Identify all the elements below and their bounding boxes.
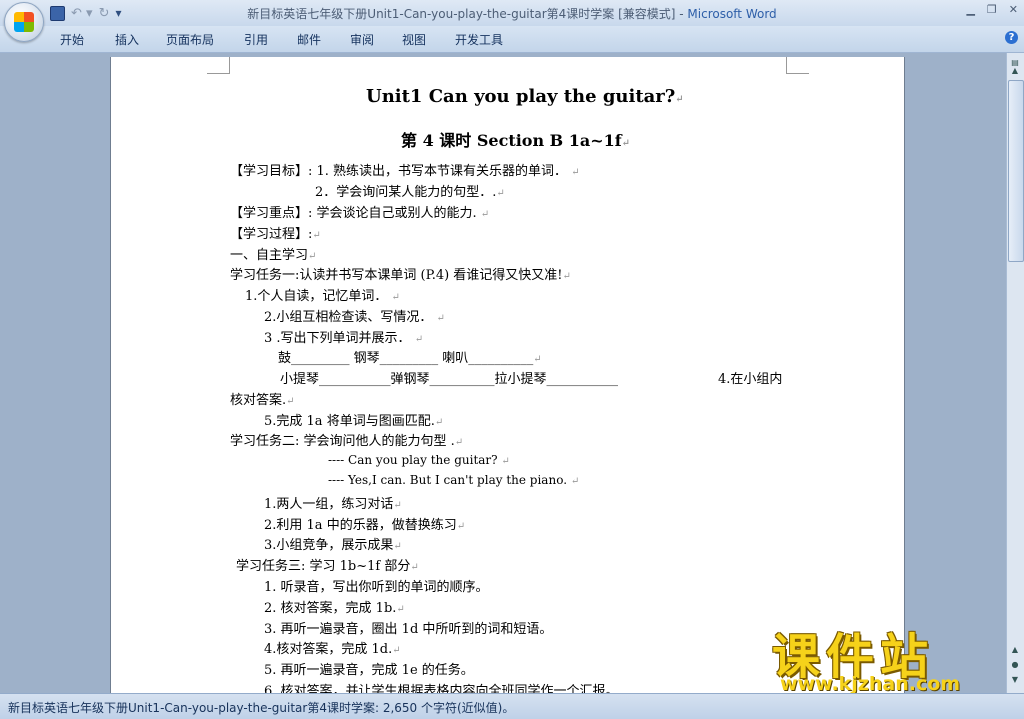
doc-line: ---- Yes,I can. But I can't play the pia… xyxy=(328,473,580,487)
tab-review[interactable]: 审阅 xyxy=(350,31,374,48)
watermark-logo: 课件站 www.kjzhan.com xyxy=(772,617,1004,695)
doc-line: 2.小组互相检查读、写情况． ↵ xyxy=(264,310,445,325)
doc-line: 1. 听录音，写出你听到的单词的顺序。 xyxy=(264,580,489,595)
browse-object-icon[interactable]: ● xyxy=(1008,660,1022,672)
doc-line: 3.小组竞争，展示成果↵ xyxy=(264,538,402,553)
doc-line: 4.在小组内 xyxy=(718,372,783,387)
doc-line: ---- Can you play the guitar? ↵ xyxy=(328,453,510,467)
doc-line: 2．学会询问某人能力的句型．.↵ xyxy=(315,185,505,200)
tab-view[interactable]: 视图 xyxy=(402,31,426,48)
office-button[interactable] xyxy=(4,2,44,42)
margin-corner-mark xyxy=(207,57,230,74)
document-heading: Unit1 Can you play the guitar?↵ xyxy=(366,86,684,107)
ribbon-tabs: 开始 插入 页面布局 引用 邮件 审阅 视图 开发工具 xyxy=(0,26,1024,53)
doc-line: 1.个人自读，记忆单词． ↵ xyxy=(245,289,400,304)
document-page[interactable]: Unit1 Can you play the guitar?↵ 第 4 课时 S… xyxy=(110,57,905,693)
doc-line: 学习任务三: 学习 1b~1f 部分↵ xyxy=(236,559,419,574)
tab-insert[interactable]: 插入 xyxy=(115,31,139,48)
doc-line: 2. 核对答案，完成 1b.↵ xyxy=(264,601,405,616)
help-icon[interactable]: ? xyxy=(1005,31,1018,44)
doc-line: 鼓_________ 钢琴_________ 喇叭__________↵ xyxy=(278,351,542,366)
scroll-thumb[interactable] xyxy=(1008,80,1024,262)
doc-line: 小提琴___________弹钢琴__________拉小提琴_________… xyxy=(280,372,619,387)
doc-line: 核对答案.↵ xyxy=(230,393,295,408)
document-subheading: 第 4 课时 Section B 1a~1f↵ xyxy=(401,131,631,150)
margin-corner-mark xyxy=(786,57,809,74)
restore-button[interactable]: ❐ xyxy=(987,3,997,16)
tab-home[interactable]: 开始 xyxy=(60,31,84,48)
doc-line: 5. 再听一遍录音，完成 1e 的任务。 xyxy=(264,663,474,678)
prev-page-icon[interactable]: ▲ xyxy=(1008,645,1022,657)
doc-line: 【学习过程】:↵ xyxy=(230,227,321,242)
office-logo-icon xyxy=(14,12,34,32)
tab-developer[interactable]: 开发工具 xyxy=(455,31,503,48)
doc-line: 3. 再听一遍录音，圈出 1d 中所听到的词和短语。 xyxy=(264,622,553,637)
scroll-up-icon[interactable]: ▲ xyxy=(1008,66,1022,78)
title-bar: ↶ ▾ ↻ ▾ 新目标英语七年级下册Unit1-Can-you-play-the… xyxy=(0,0,1024,26)
doc-line: 2.利用 1a 中的乐器，做替换练习↵ xyxy=(264,518,466,533)
tab-page-layout[interactable]: 页面布局 xyxy=(166,31,214,48)
tab-references[interactable]: 引用 xyxy=(244,31,268,48)
doc-line: 【学习目标】: 1. 熟练读出，书写本节课有关乐器的单词． ↵ xyxy=(230,164,580,179)
minimize-button[interactable]: ▁ xyxy=(966,3,974,16)
doc-line: 3 .写出下列单词并展示． ↵ xyxy=(264,331,424,346)
tab-mailings[interactable]: 邮件 xyxy=(297,31,321,48)
doc-line: 一、自主学习↵ xyxy=(230,248,317,263)
status-bar: 新目标英语七年级下册Unit1-Can-you-play-the-guitar第… xyxy=(0,693,1024,719)
doc-line: 4.核对答案，完成 1d.↵ xyxy=(264,642,401,657)
next-page-icon[interactable]: ▼ xyxy=(1008,675,1022,687)
doc-line: 5.完成 1a 将单词与图画匹配.↵ xyxy=(264,414,444,429)
doc-line: 学习任务二: 学会询问他人的能力句型 .↵ xyxy=(230,434,464,449)
doc-line: 【学习重点】: 学会谈论自己或别人的能力. ↵ xyxy=(230,206,490,221)
window-title: 新目标英语七年级下册Unit1-Can-you-play-the-guitar第… xyxy=(247,7,777,21)
close-button[interactable]: ✕ xyxy=(1009,3,1018,16)
doc-line: 1.两人一组，练习对话↵ xyxy=(264,497,402,512)
status-text: 新目标英语七年级下册Unit1-Can-you-play-the-guitar第… xyxy=(8,701,515,715)
doc-line: 学习任务一:认读并书写本课单词 (P.4) 看谁记得又快又准!↵ xyxy=(230,268,571,283)
doc-line: 6. 核对答案，并让学生根据表格内容向全班同学作一个汇报。 xyxy=(264,684,619,693)
watermark-url: www.kjzhan.com xyxy=(780,673,961,695)
